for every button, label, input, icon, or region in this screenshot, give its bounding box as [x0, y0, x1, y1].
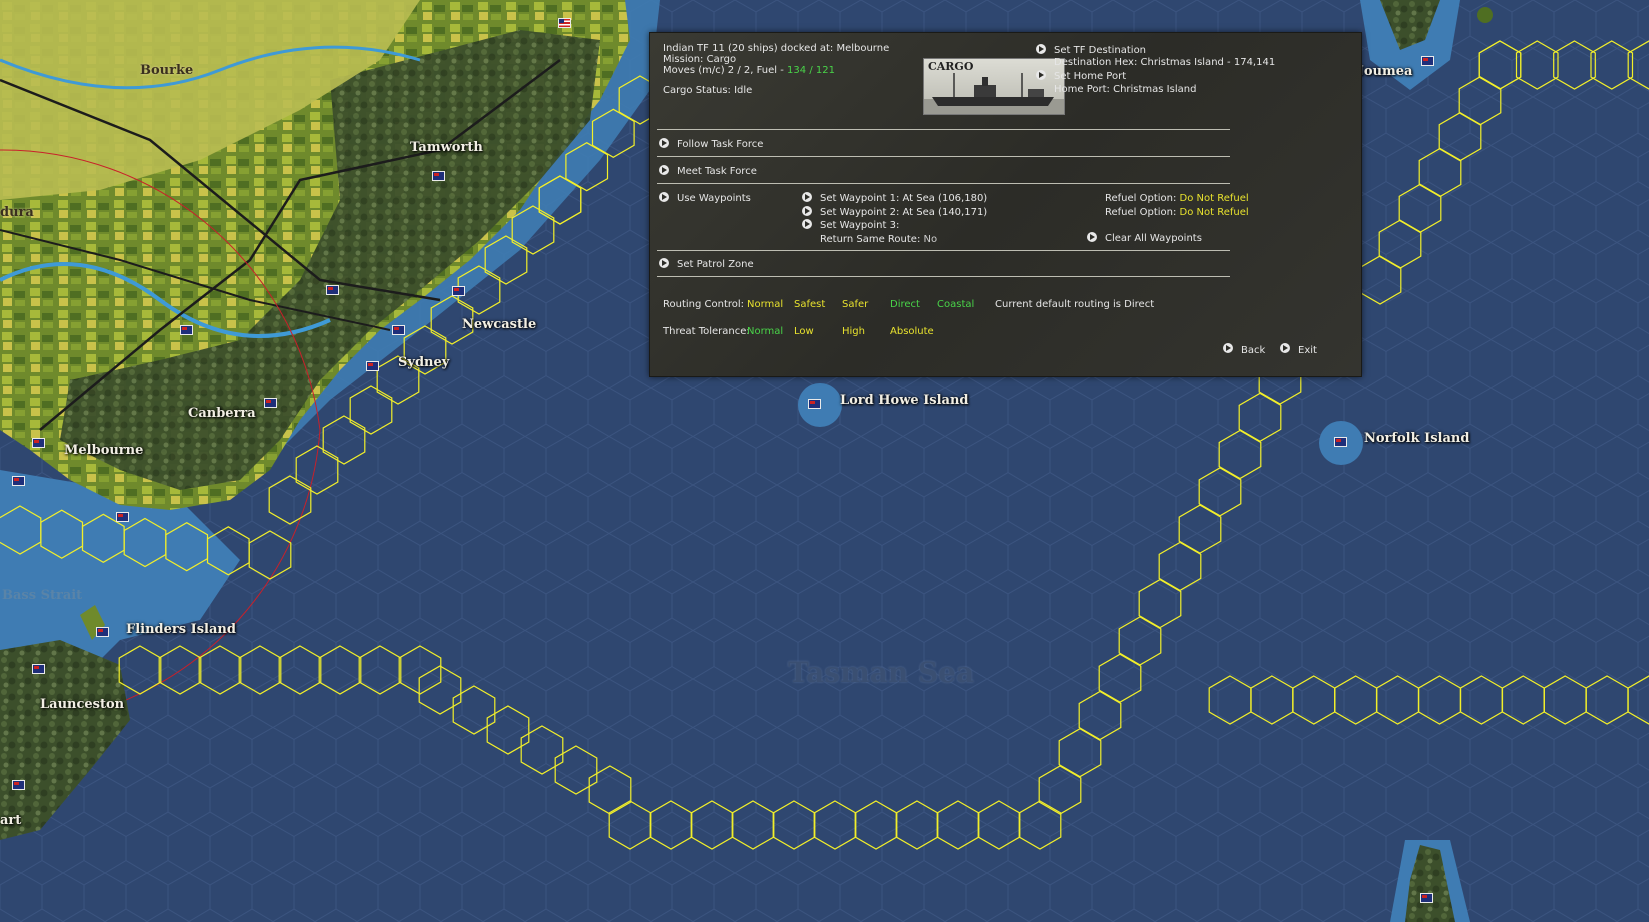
base-flag-geelong[interactable]: [12, 476, 25, 486]
task-force-panel: Indian TF 11 (20 ships) docked at: Melbo…: [649, 32, 1362, 377]
base-flag-coast[interactable]: [116, 512, 129, 522]
moves-info: Moves (m/c) 2 / 2, Fuel - 134 / 121: [663, 65, 835, 76]
base-flag-melbourne[interactable]: [32, 438, 45, 448]
cargo-ship-icon: [924, 73, 1064, 114]
base-flag-norfolk[interactable]: [1334, 437, 1347, 447]
divider: [657, 129, 1230, 130]
waypoint-2-arrow-icon[interactable]: [802, 206, 812, 216]
divider: [657, 276, 1230, 277]
follow-task-force-button[interactable]: Follow Task Force: [677, 139, 763, 150]
place-label-flinders: Flinders Island: [126, 622, 236, 637]
place-label-canberra: Canberra: [188, 406, 256, 421]
refuel-value-1[interactable]: Do Not Refuel: [1180, 193, 1249, 204]
set-waypoint-1[interactable]: Set Waypoint 1: At Sea (106,180): [820, 193, 987, 204]
routing-control-label: Routing Control:: [663, 299, 745, 310]
back-button[interactable]: Back: [1241, 345, 1265, 356]
place-label-lordhowe: Lord Howe Island: [840, 393, 969, 408]
threat-tolerance-label: Threat Tolerance:: [663, 326, 750, 337]
base-flag-inland-2[interactable]: [180, 325, 193, 335]
clear-all-waypoints-button[interactable]: Clear All Waypoints: [1105, 233, 1202, 244]
cargo-status: Cargo Status: Idle: [663, 85, 753, 96]
follow-tf-arrow-icon[interactable]: [659, 138, 669, 148]
clear-waypoints-arrow-icon[interactable]: [1087, 232, 1097, 242]
base-flag-flinders[interactable]: [96, 627, 109, 637]
place-label-norfolk: Norfolk Island: [1364, 431, 1470, 446]
base-flag-newcastle[interactable]: [452, 286, 465, 296]
place-label-melbourne: Melbourne: [64, 443, 144, 458]
use-waypoints-arrow-icon[interactable]: [659, 192, 669, 202]
tf-info: Indian TF 11 (20 ships) docked at: Melbo…: [663, 43, 890, 54]
base-flag-sydney-2[interactable]: [366, 361, 379, 371]
routing-option-coastal[interactable]: Coastal: [937, 299, 974, 310]
base-flag-canberra[interactable]: [264, 398, 277, 408]
set-waypoint-3[interactable]: Set Waypoint 3:: [820, 220, 899, 231]
base-flag-sydney[interactable]: [392, 325, 405, 335]
waypoint-3-arrow-icon[interactable]: [802, 219, 812, 229]
place-label-tamworth: Tamworth: [410, 140, 483, 155]
patrol-zone-arrow-icon[interactable]: [659, 258, 669, 268]
set-patrol-zone-button[interactable]: Set Patrol Zone: [677, 259, 754, 270]
routing-current: Current default routing is Direct: [995, 299, 1155, 310]
use-waypoints-button[interactable]: Use Waypoints: [677, 193, 751, 204]
waypoint-1-arrow-icon[interactable]: [802, 192, 812, 202]
routing-option-direct[interactable]: Direct: [890, 299, 920, 310]
base-flag-lordhowe[interactable]: [808, 399, 821, 409]
set-waypoint-2[interactable]: Set Waypoint 2: At Sea (140,171): [820, 207, 987, 218]
routing-option-normal[interactable]: Normal: [747, 299, 783, 310]
threat-option-high[interactable]: High: [842, 326, 865, 337]
place-label-newcastle: Newcastle: [462, 317, 537, 332]
return-same-route[interactable]: Return Same Route: No: [820, 234, 937, 245]
refuel-option-2[interactable]: Refuel Option: Do Not Refuel: [1105, 207, 1249, 218]
tasman-sea-label: Tasman Sea: [788, 656, 975, 689]
base-flag-hobart[interactable]: [12, 780, 25, 790]
home-port: Home Port: Christmas Island: [1054, 84, 1197, 95]
ship-class-image: CARGO: [923, 58, 1065, 115]
place-label-launceston: Launceston: [40, 697, 125, 712]
divider: [657, 183, 1230, 184]
set-destination-arrow-icon[interactable]: [1036, 44, 1046, 54]
place-label-dura: dura: [0, 205, 34, 220]
place-label-bourke: Bourke: [140, 63, 194, 78]
divider: [657, 156, 1230, 157]
divider: [657, 250, 1230, 251]
exit-button[interactable]: Exit: [1298, 345, 1317, 356]
meet-tf-arrow-icon[interactable]: [659, 165, 669, 175]
islet: [1477, 7, 1493, 23]
return-same-route-value[interactable]: No: [924, 234, 938, 245]
base-flag-tamworth[interactable]: [432, 171, 445, 181]
routing-option-safer[interactable]: Safer: [842, 299, 868, 310]
back-arrow-icon[interactable]: [1223, 343, 1233, 353]
place-label-sydney: Sydney: [398, 355, 450, 370]
threat-option-normal[interactable]: Normal: [747, 326, 783, 337]
exit-arrow-icon[interactable]: [1280, 343, 1290, 353]
set-home-port-button[interactable]: Set Home Port: [1054, 71, 1126, 82]
place-label-art: art: [0, 813, 22, 828]
mission-info: Mission: Cargo: [663, 54, 737, 65]
base-flag-noumea[interactable]: [1421, 56, 1434, 66]
us-base-flag[interactable]: [558, 18, 571, 28]
base-flag-launceston[interactable]: [32, 664, 45, 674]
refuel-value-2[interactable]: Do Not Refuel: [1180, 207, 1249, 218]
threat-option-low[interactable]: Low: [794, 326, 814, 337]
threat-option-absolute[interactable]: Absolute: [890, 326, 934, 337]
routing-option-safest[interactable]: Safest: [794, 299, 825, 310]
bass-strait-label: Bass Strait: [2, 588, 83, 603]
refuel-option-1[interactable]: Refuel Option: Do Not Refuel: [1105, 193, 1249, 204]
set-destination-button[interactable]: Set TF Destination: [1054, 45, 1146, 56]
base-flag-inland[interactable]: [326, 285, 339, 295]
meet-task-force-button[interactable]: Meet Task Force: [677, 166, 757, 177]
destination-hex: Destination Hex: Christmas Island - 174,…: [1054, 57, 1276, 68]
set-home-port-arrow-icon[interactable]: [1036, 70, 1046, 80]
fuel-value: 134 / 121: [787, 65, 835, 76]
base-flag-nz[interactable]: [1420, 893, 1433, 903]
